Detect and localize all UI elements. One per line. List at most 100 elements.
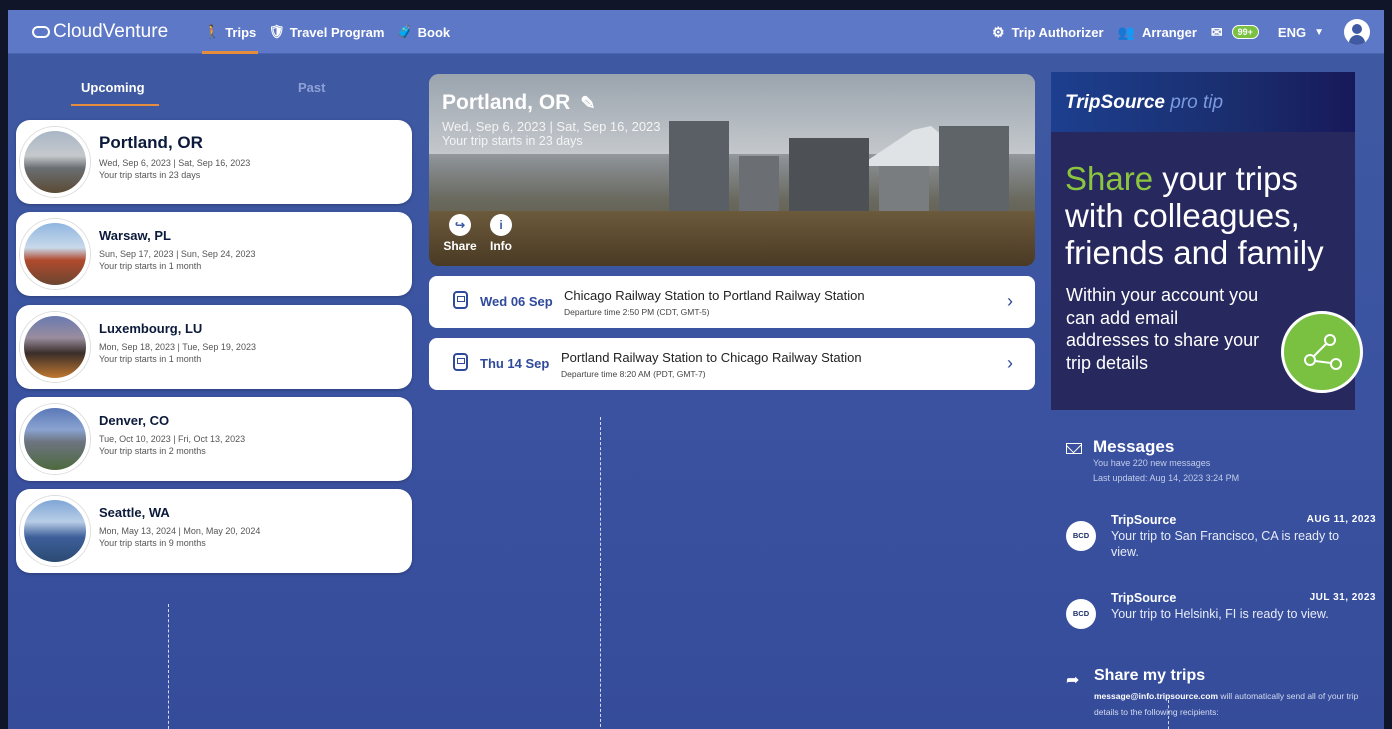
share-my-trips-title: Share my trips — [1094, 667, 1206, 684]
trip-card[interactable]: Denver, CO Tue, Oct 10, 2023 | Fri, Oct … — [16, 397, 412, 481]
sender-logo: BCD — [1066, 521, 1096, 551]
shield-icon: 🛡 — [268, 24, 285, 39]
gear-icon: ⚙ — [992, 23, 1005, 40]
trip-tabs: Upcoming Past — [38, 80, 408, 110]
trip-city: Luxembourg, LU — [99, 321, 203, 336]
sender-logo: BCD — [1066, 599, 1096, 629]
hero-city: Portland, OR — [442, 91, 571, 114]
trip-dates: Wed, Sep 6, 2023 | Sat, Sep 16, 2023 — [99, 158, 251, 168]
segment-date: Thu 14 Sep — [480, 356, 550, 371]
pro-tip-tag: pro tip — [1170, 92, 1224, 113]
walking-icon: 🚶 — [204, 24, 221, 39]
share-my-trips-text: message@info.tripsource.com will automat… — [1094, 688, 1379, 720]
pro-tip-body: Within your account you can add email ad… — [1066, 285, 1260, 373]
trip-card[interactable]: Portland, OR Wed, Sep 6, 2023 | Sat, Sep… — [16, 120, 412, 204]
top-nav: CloudVenture 🚶 Trips 🛡 Travel Program 🧳 … — [8, 10, 1384, 54]
messages-count: You have 220 new messages — [1093, 458, 1211, 468]
chevron-right-icon: › — [1007, 291, 1013, 311]
segment-date: Wed 06 Sep — [480, 294, 553, 309]
trip-thumbnail — [20, 127, 90, 197]
nav-trips[interactable]: 🚶 Trips — [198, 10, 262, 54]
trip-starts: Your trip starts in 23 days — [99, 170, 201, 180]
trip-thumbnail — [20, 312, 90, 382]
share-arrow-icon[interactable]: ➦ — [1066, 670, 1079, 690]
pro-tip-title: TripSource pro tip — [1065, 92, 1223, 114]
arranger-label: Arranger — [1141, 24, 1197, 40]
brand-name: CloudVenture — [53, 21, 169, 42]
trip-dates: Mon, Sep 18, 2023 | Tue, Sep 19, 2023 — [99, 342, 256, 352]
trip-hero: Portland, OR ✎ Wed, Sep 6, 2023 | Sat, S… — [429, 74, 1035, 266]
nav-travel-program-label: Travel Program — [289, 24, 385, 40]
message-sender: TripSource — [1111, 591, 1177, 605]
trip-thumbnail — [20, 219, 90, 289]
avatar[interactable] — [1344, 19, 1370, 45]
train-segment[interactable]: Thu 14 Sep Portland Railway Station to C… — [429, 338, 1035, 390]
message-date: JUL 31, 2023 — [1309, 592, 1376, 603]
inbox-button[interactable]: ✉ 99+ — [1211, 24, 1264, 41]
segment-departure: Departure time 2:50 PM (CDT, GMT-5) — [564, 307, 710, 317]
trip-card[interactable]: Warsaw, PL Sun, Sep 17, 2023 | Sun, Sep … — [16, 212, 412, 296]
nav-links: 🚶 Trips 🛡 Travel Program 🧳 Book — [198, 10, 456, 54]
pro-tip-brand: TripSource — [1065, 92, 1165, 113]
edit-pencil-icon[interactable]: ✎ — [580, 93, 595, 114]
trip-starts: Your trip starts in 1 month — [99, 354, 202, 364]
app-frame: CloudVenture 🚶 Trips 🛡 Travel Program 🧳 … — [8, 10, 1384, 729]
train-icon — [453, 291, 468, 309]
arranger-button[interactable]: 👥 Arranger — [1118, 24, 1197, 41]
nav-right: ⚙ Trip Authorizer 👥 Arranger ✉ 99+ ENG ▼ — [978, 10, 1370, 54]
segment-route: Portland Railway Station to Chicago Rail… — [561, 350, 862, 365]
language-label: ENG — [1277, 24, 1307, 40]
trip-card[interactable]: Seattle, WA Mon, May 13, 2024 | Mon, May… — [16, 489, 412, 573]
share-label: Share — [443, 239, 477, 253]
trip-starts: Your trip starts in 1 month — [99, 261, 202, 271]
hero-dates: Wed, Sep 6, 2023 | Sat, Sep 16, 2023 — [442, 119, 661, 134]
messages-updated: Last updated: Aug 14, 2023 3:24 PM — [1093, 473, 1240, 483]
language-selector[interactable]: ENG ▼ — [1278, 25, 1324, 40]
trip-authorizer-label: Trip Authorizer — [1011, 24, 1104, 40]
tab-past[interactable]: Past — [298, 80, 325, 95]
trip-thumbnail — [20, 496, 90, 566]
brand-logo[interactable]: CloudVenture — [32, 21, 168, 43]
chevron-right-icon: › — [1007, 353, 1013, 373]
share-trips-button[interactable] — [1281, 311, 1363, 393]
info-icon: i — [490, 214, 512, 236]
share-button[interactable]: ↪ Share — [440, 214, 480, 253]
dashed-guide — [168, 604, 169, 729]
share-email: message@info.tripsource.com — [1094, 691, 1219, 701]
trip-dates: Mon, May 13, 2024 | Mon, May 20, 2024 — [99, 526, 261, 536]
message-date: AUG 11, 2023 — [1306, 514, 1376, 525]
train-segment[interactable]: Wed 06 Sep Chicago Railway Station to Po… — [429, 276, 1035, 328]
pro-tip-panel: TripSource pro tip Share your trips with… — [1051, 72, 1363, 410]
train-icon — [453, 353, 468, 371]
nav-trips-label: Trips — [225, 24, 257, 40]
message-sender: TripSource — [1111, 513, 1177, 527]
trip-card[interactable]: Luxembourg, LU Mon, Sep 18, 2023 | Tue, … — [16, 305, 412, 389]
dashed-guide — [600, 417, 601, 729]
tab-upcoming[interactable]: Upcoming — [71, 80, 159, 106]
info-button[interactable]: i Info — [481, 214, 521, 253]
message-text: Your trip to San Francisco, CA is ready … — [1111, 529, 1340, 559]
message-text: Your trip to Helsinki, FI is ready to vi… — [1111, 607, 1329, 621]
hero-starts: Your trip starts in 23 days — [442, 134, 583, 148]
trip-starts: Your trip starts in 9 months — [99, 538, 206, 548]
trip-city: Seattle, WA — [99, 505, 170, 520]
trip-dates: Tue, Oct 10, 2023 | Fri, Oct 13, 2023 — [99, 434, 246, 444]
hero-title: Portland, OR ✎ — [442, 91, 595, 115]
nav-book-label: Book — [417, 24, 451, 40]
trip-city: Warsaw, PL — [99, 228, 172, 243]
chevron-down-icon: ▼ — [1314, 26, 1324, 38]
luggage-icon: 🧳 — [396, 24, 413, 39]
users-icon: 👥 — [1117, 23, 1135, 40]
pro-tip-headline: Share your trips with colleagues, friend… — [1065, 160, 1350, 271]
cloud-icon — [32, 26, 50, 38]
trip-authorizer-button[interactable]: ⚙ Trip Authorizer — [992, 24, 1104, 41]
notification-badge: 99+ — [1231, 25, 1259, 39]
nav-travel-program[interactable]: 🛡 Travel Program — [262, 10, 390, 54]
envelope-icon: ✉ — [1210, 23, 1223, 40]
messages-title: Messages — [1093, 437, 1175, 456]
segment-route: Chicago Railway Station to Portland Rail… — [564, 288, 865, 303]
trip-starts: Your trip starts in 2 months — [99, 446, 206, 456]
share-icon: ↪ — [449, 214, 471, 236]
info-label: Info — [490, 239, 512, 253]
nav-book[interactable]: 🧳 Book — [390, 10, 456, 54]
